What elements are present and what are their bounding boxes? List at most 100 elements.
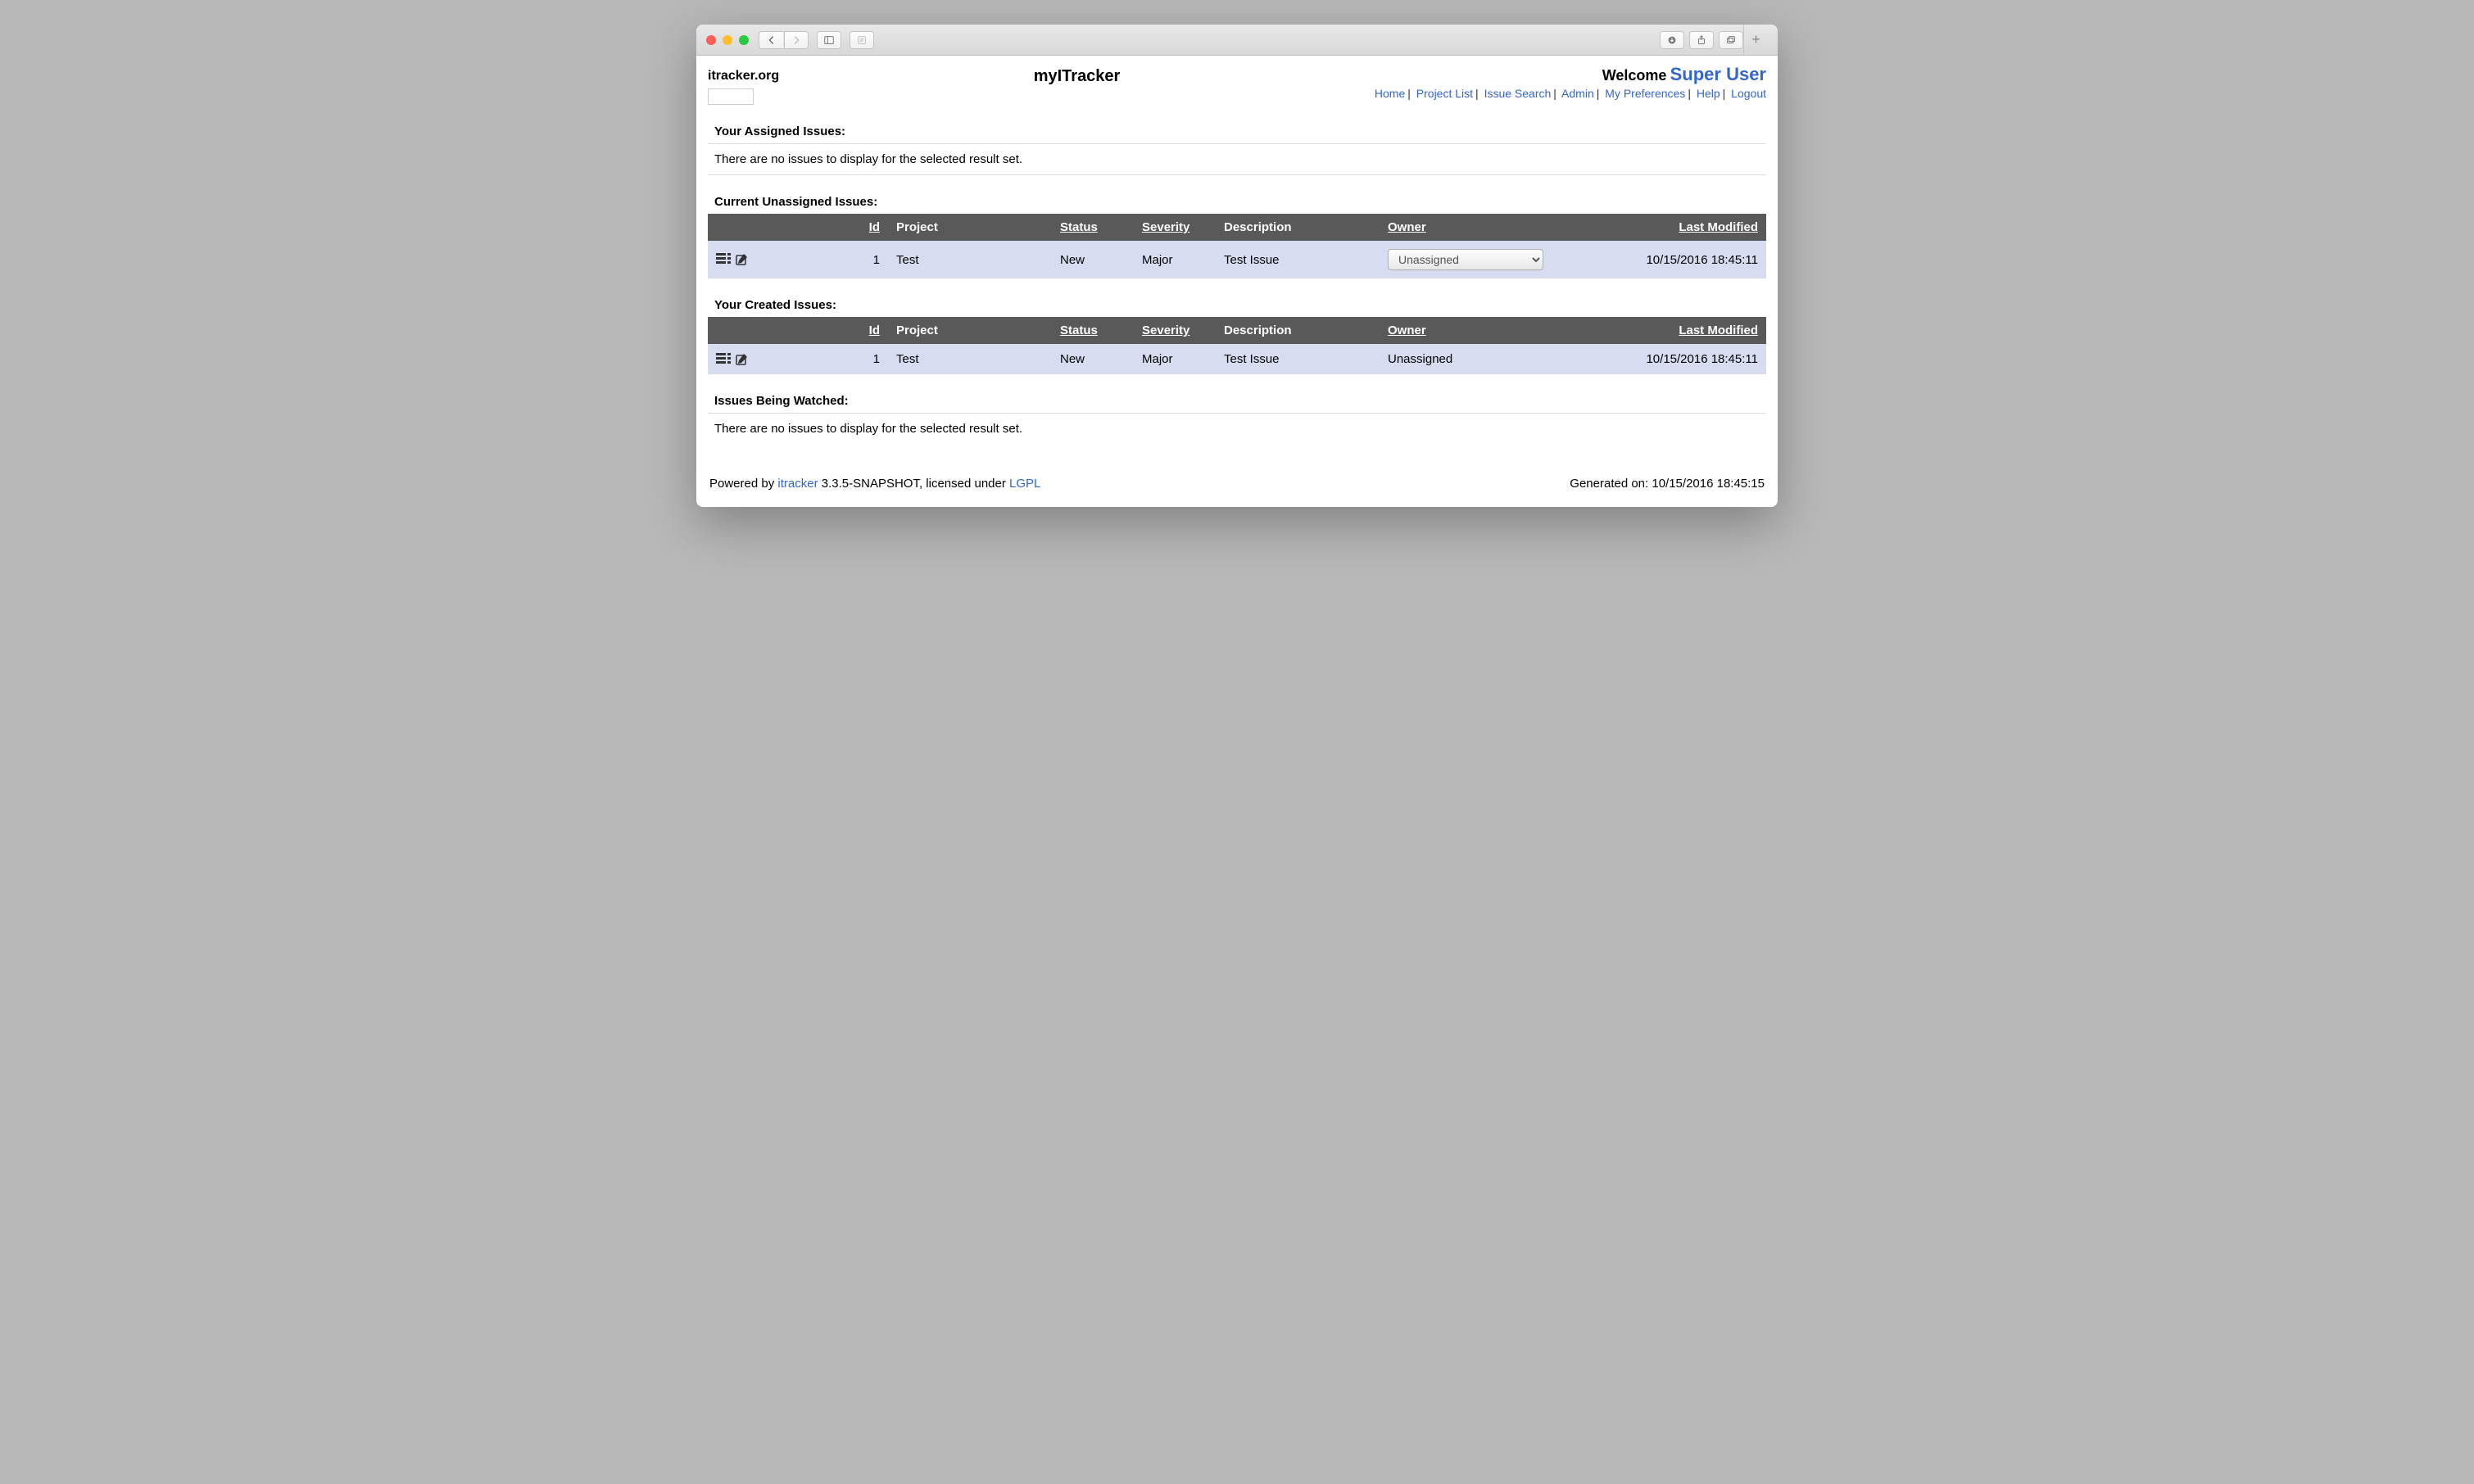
nav-logout[interactable]: Logout [1731, 87, 1766, 100]
created-issues-header: Your Created Issues: [708, 292, 1766, 317]
forward-button[interactable] [784, 31, 809, 49]
nav-project-list[interactable]: Project List [1416, 87, 1473, 100]
col-description: Description [1216, 214, 1380, 241]
col-actions [708, 214, 855, 241]
col-status[interactable]: Status [1052, 214, 1134, 241]
assigned-issues-header: Your Assigned Issues: [708, 118, 1766, 144]
table-row: 1 Test New Major Test Issue Unassigned 1… [708, 344, 1766, 374]
zoom-window-icon[interactable] [739, 35, 749, 45]
cell-id: 1 [855, 344, 888, 374]
page-content: itracker.org myITracker Welcome Super Us… [696, 56, 1778, 507]
cell-last-modified: 10/15/2016 18:45:11 [1576, 344, 1766, 374]
footer-generated-time: 10/15/2016 18:45:15 [1652, 477, 1765, 491]
cell-description: Test Issue [1216, 344, 1380, 374]
footer-itracker-link[interactable]: itracker [777, 477, 818, 491]
footer-license-link[interactable]: LGPL [1009, 477, 1040, 491]
search-input[interactable] [708, 88, 754, 105]
sidebar-toggle-button[interactable] [817, 31, 841, 49]
list-icon [716, 253, 731, 265]
footer-powered-by: Powered by [709, 477, 777, 491]
nav-my-preferences[interactable]: My Preferences [1605, 87, 1685, 100]
row-actions [716, 253, 847, 266]
header-right: Welcome Super User Home| Project List| I… [1375, 64, 1766, 100]
reader-button[interactable] [850, 31, 874, 49]
cell-id: 1 [855, 241, 888, 278]
nav-home[interactable]: Home [1375, 87, 1405, 100]
reader-icon [856, 34, 868, 46]
toolbar-right [1660, 31, 1743, 49]
top-nav: Home| Project List| Issue Search| Admin|… [1375, 87, 1766, 100]
nav-help[interactable]: Help [1697, 87, 1720, 100]
close-window-icon[interactable] [706, 35, 716, 45]
col-project: Project [888, 214, 1052, 241]
cell-description: Test Issue [1216, 241, 1380, 278]
edit-icon [736, 253, 749, 266]
col-last-modified[interactable]: Last Modified [1576, 214, 1766, 241]
col-status[interactable]: Status [1052, 317, 1134, 344]
footer-version: 3.3.5-SNAPSHOT, licensed under [818, 477, 1009, 491]
col-last-modified[interactable]: Last Modified [1576, 317, 1766, 344]
assigned-issues-empty: There are no issues to display for the s… [708, 144, 1766, 175]
minimize-window-icon[interactable] [723, 35, 732, 45]
created-issues-table: Id Project Status Severity Description O… [708, 317, 1766, 374]
downloads-button[interactable] [1660, 31, 1684, 49]
footer-right: Generated on: 10/15/2016 18:45:15 [1570, 477, 1765, 491]
chevron-right-icon [791, 34, 802, 46]
col-severity[interactable]: Severity [1134, 214, 1216, 241]
table-row: 1 Test New Major Test Issue Unassigned 1… [708, 241, 1766, 278]
chevron-left-icon [766, 34, 777, 46]
unassigned-issues-header: Current Unassigned Issues: [708, 188, 1766, 214]
col-owner[interactable]: Owner [1380, 317, 1576, 344]
user-name: Super User [1670, 64, 1766, 84]
watched-issues-empty: There are no issues to display for the s… [708, 414, 1766, 444]
col-actions [708, 317, 855, 344]
cell-owner: Unassigned [1380, 241, 1576, 278]
view-issue-button[interactable] [716, 253, 731, 266]
tabs-button[interactable] [1719, 31, 1743, 49]
nav-back-forward-group [759, 31, 809, 49]
share-button[interactable] [1689, 31, 1714, 49]
traffic-lights [706, 35, 749, 45]
sidebar-icon [823, 34, 835, 46]
welcome-label: Welcome [1602, 67, 1667, 84]
footer-generated-label: Generated on: [1570, 477, 1652, 491]
unassigned-issues-table: Id Project Status Severity Description O… [708, 214, 1766, 278]
cell-severity: Major [1134, 241, 1216, 278]
table-header-row: Id Project Status Severity Description O… [708, 214, 1766, 241]
cell-severity: Major [1134, 344, 1216, 374]
cell-owner-text: Unassigned [1380, 344, 1576, 374]
new-tab-button[interactable]: + [1743, 25, 1768, 56]
nav-issue-search[interactable]: Issue Search [1484, 87, 1552, 100]
owner-select[interactable]: Unassigned [1388, 249, 1543, 270]
cell-status: New [1052, 344, 1134, 374]
back-button[interactable] [759, 31, 783, 49]
welcome-line: Welcome Super User [1375, 64, 1766, 85]
col-owner[interactable]: Owner [1380, 214, 1576, 241]
edit-issue-button[interactable] [736, 253, 749, 266]
page-footer: Powered by itracker 3.3.5-SNAPSHOT, lice… [708, 477, 1766, 491]
row-actions [716, 353, 847, 366]
site-title: itracker.org [708, 69, 779, 84]
cell-project: Test [888, 241, 1052, 278]
cell-project: Test [888, 344, 1052, 374]
watched-issues-header: Issues Being Watched: [708, 387, 1766, 414]
download-icon [1666, 34, 1678, 46]
edit-issue-button[interactable] [736, 353, 749, 366]
site-block: itracker.org [708, 64, 779, 105]
titlebar: + [696, 25, 1778, 56]
table-header-row: Id Project Status Severity Description O… [708, 317, 1766, 344]
col-severity[interactable]: Severity [1134, 317, 1216, 344]
app-title: myITracker [779, 67, 1375, 86]
page-header: itracker.org myITracker Welcome Super Us… [708, 64, 1766, 105]
tabs-icon [1725, 34, 1737, 46]
footer-left: Powered by itracker 3.3.5-SNAPSHOT, lice… [709, 477, 1040, 491]
edit-icon [736, 353, 749, 366]
col-id[interactable]: Id [855, 214, 888, 241]
share-icon [1696, 34, 1707, 46]
view-issue-button[interactable] [716, 353, 731, 366]
nav-admin[interactable]: Admin [1561, 87, 1594, 100]
list-icon [716, 353, 731, 364]
col-id[interactable]: Id [855, 317, 888, 344]
cell-status: New [1052, 241, 1134, 278]
cell-last-modified: 10/15/2016 18:45:11 [1576, 241, 1766, 278]
